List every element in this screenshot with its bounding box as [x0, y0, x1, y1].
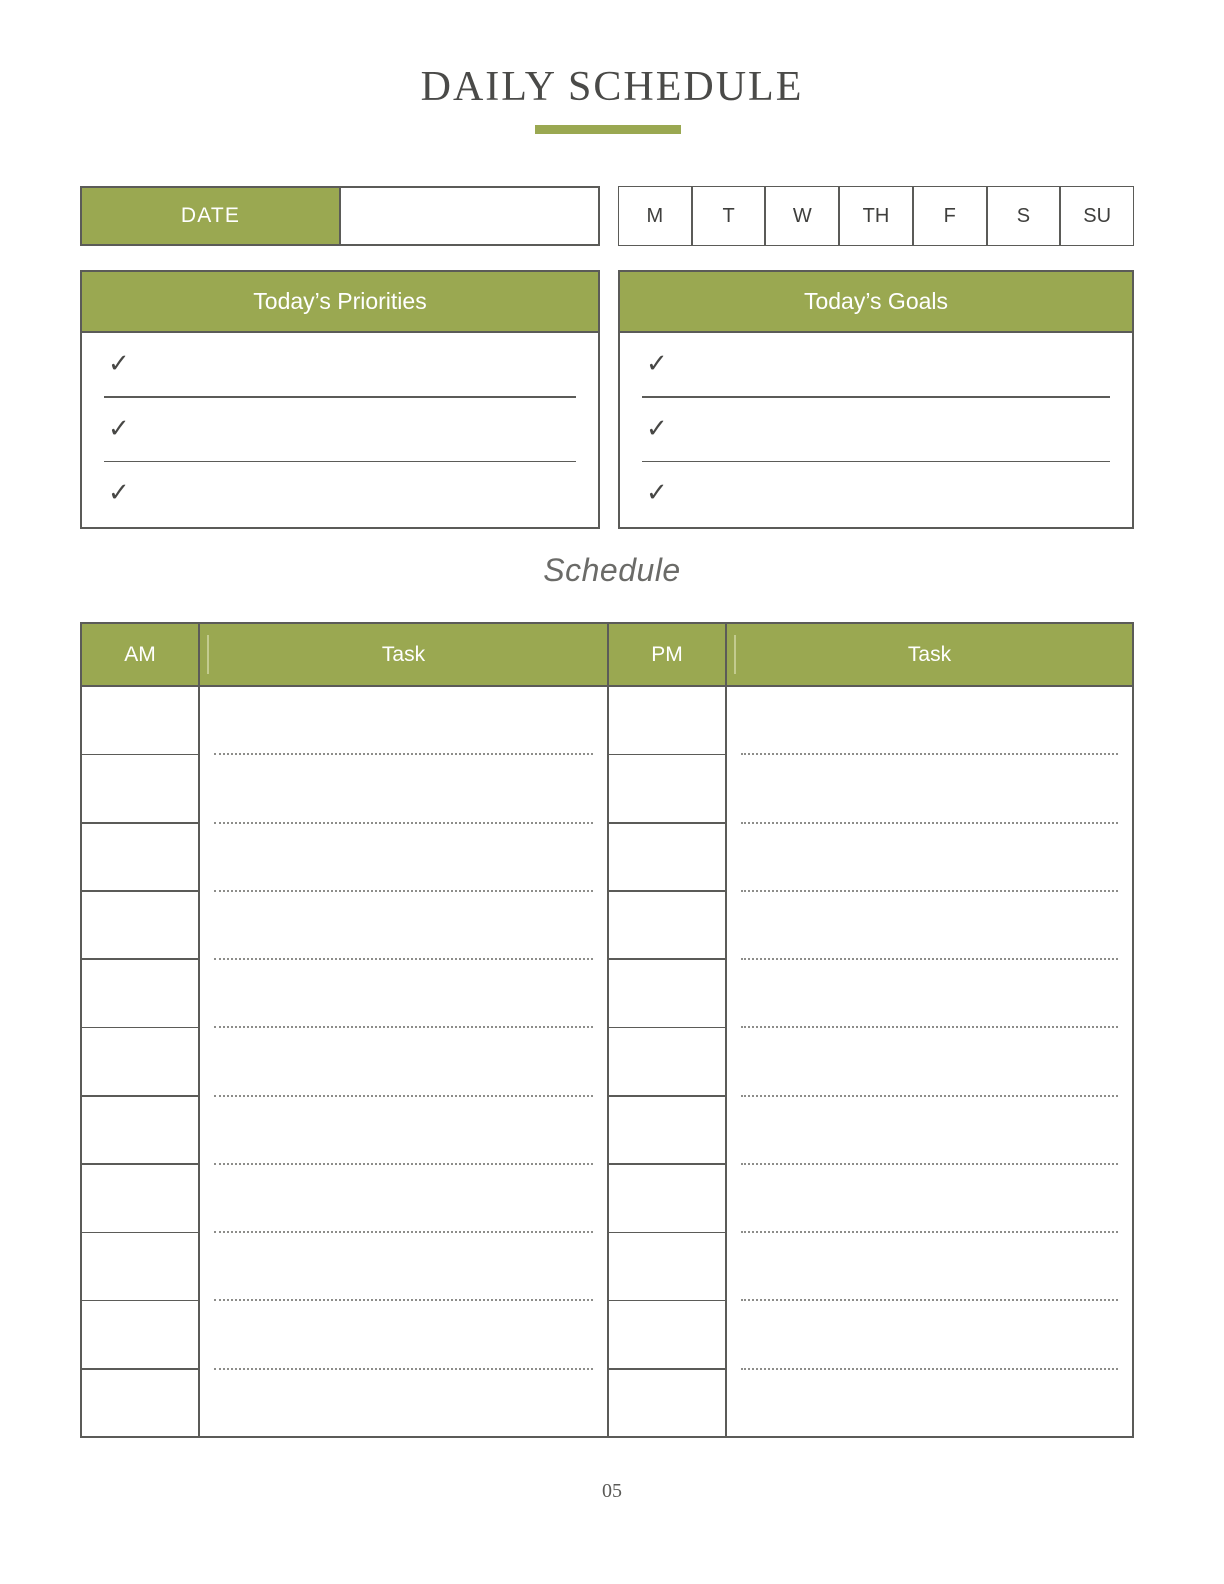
- pm-hour-cells: [609, 687, 725, 1438]
- am-task-cell[interactable]: [200, 960, 607, 1029]
- priorities-list: ✓ ✓ ✓: [82, 333, 598, 527]
- pm-task-cells: [727, 687, 1132, 1438]
- am-task-cell[interactable]: [200, 1233, 607, 1302]
- pm-task-cell[interactable]: [727, 960, 1132, 1029]
- am-hour-cell[interactable]: [82, 1370, 198, 1438]
- pm-task-cell[interactable]: [727, 1301, 1132, 1370]
- am-task-cell[interactable]: [200, 1028, 607, 1097]
- pm-task-cell[interactable]: [727, 1097, 1132, 1166]
- pm-hour-cell[interactable]: [609, 687, 725, 756]
- pm-hour-cell[interactable]: [609, 892, 725, 961]
- am-task-cell[interactable]: [200, 687, 607, 756]
- pm-hour-cell[interactable]: [609, 1097, 725, 1166]
- checkmark-icon: ✓: [108, 349, 130, 379]
- pm-task-cell[interactable]: [727, 892, 1132, 961]
- pm-hour-cell[interactable]: [609, 1301, 725, 1370]
- column-header-am: AM: [82, 624, 198, 687]
- checkmark-icon: ✓: [646, 413, 668, 444]
- am-hour-cell[interactable]: [82, 960, 198, 1029]
- goals-panel: Today’s Goals ✓ ✓ ✓: [618, 270, 1134, 529]
- page-title: DAILY SCHEDULE: [420, 64, 804, 110]
- day-cell-sunday[interactable]: SU: [1060, 186, 1135, 246]
- goals-list-item[interactable]: ✓: [620, 333, 1132, 398]
- date-label: DATE: [82, 188, 341, 244]
- schedule-table: AM Task PM Task: [80, 622, 1134, 1438]
- day-cell-saturday[interactable]: S: [986, 186, 1061, 246]
- checkmark-icon: ✓: [646, 478, 668, 509]
- date-row: DATE: [80, 186, 600, 246]
- am-hour-cell[interactable]: [82, 892, 198, 961]
- schedule-column-pm-task: Task: [727, 624, 1132, 1436]
- title-underline-rule: [535, 125, 681, 134]
- column-header-pm: PM: [609, 624, 725, 687]
- schedule-column-am-hour: AM: [82, 624, 200, 1436]
- column-header-am-task: Task: [200, 624, 607, 687]
- priorities-title: Today’s Priorities: [82, 272, 598, 333]
- am-hour-cell[interactable]: [82, 1165, 198, 1234]
- pm-hour-cell[interactable]: [609, 1233, 725, 1302]
- priorities-list-item[interactable]: ✓: [82, 462, 598, 527]
- day-cell-wednesday[interactable]: W: [765, 186, 840, 246]
- am-hour-cell[interactable]: [82, 824, 198, 893]
- am-hour-cell[interactable]: [82, 755, 198, 824]
- am-task-cell[interactable]: [200, 892, 607, 961]
- date-input[interactable]: [341, 188, 598, 244]
- day-cell-monday[interactable]: M: [618, 186, 692, 246]
- am-hour-cell[interactable]: [82, 1028, 198, 1097]
- pm-hour-cell[interactable]: [609, 1165, 725, 1234]
- goals-list: ✓ ✓ ✓: [620, 333, 1132, 527]
- goals-list-item[interactable]: ✓: [620, 398, 1132, 463]
- am-task-cell[interactable]: [200, 1301, 607, 1370]
- am-hour-cell[interactable]: [82, 1097, 198, 1166]
- pm-task-cell[interactable]: [727, 1028, 1132, 1097]
- day-cell-friday[interactable]: F: [912, 186, 987, 246]
- pm-hour-cell[interactable]: [609, 1028, 725, 1097]
- pm-task-cell[interactable]: [727, 1165, 1132, 1234]
- am-hour-cell[interactable]: [82, 1301, 198, 1370]
- pm-task-cell[interactable]: [727, 1233, 1132, 1302]
- day-cell-tuesday[interactable]: T: [691, 186, 766, 246]
- day-of-week-selector: M T W TH F S SU: [618, 186, 1135, 246]
- am-task-cell[interactable]: [200, 1097, 607, 1166]
- schedule-column-am-task: Task: [200, 624, 609, 1436]
- am-task-cells: [200, 687, 607, 1438]
- pm-task-cell[interactable]: [727, 824, 1132, 893]
- column-header-pm-task: Task: [727, 624, 1132, 687]
- pm-hour-cell[interactable]: [609, 824, 725, 893]
- priorities-panel: Today’s Priorities ✓ ✓ ✓: [80, 270, 600, 529]
- am-task-cell[interactable]: [200, 755, 607, 824]
- am-task-cell[interactable]: [200, 824, 607, 893]
- checkmark-icon: ✓: [108, 413, 130, 444]
- schedule-column-pm-hour: PM: [609, 624, 727, 1436]
- priorities-list-item[interactable]: ✓: [82, 333, 598, 398]
- schedule-section-heading: Schedule: [543, 552, 681, 588]
- priorities-list-item[interactable]: ✓: [82, 398, 598, 463]
- checkmark-icon: ✓: [108, 478, 130, 509]
- am-hour-cell[interactable]: [82, 1233, 198, 1302]
- am-task-cell[interactable]: [200, 1370, 607, 1438]
- pm-task-cell[interactable]: [727, 755, 1132, 824]
- am-hour-cell[interactable]: [82, 687, 198, 756]
- pm-hour-cell[interactable]: [609, 960, 725, 1029]
- goals-title: Today’s Goals: [620, 272, 1132, 333]
- am-hour-cells: [82, 687, 198, 1438]
- day-cell-thursday[interactable]: TH: [839, 186, 913, 246]
- pm-task-cell[interactable]: [727, 1370, 1132, 1438]
- pm-hour-cell[interactable]: [609, 755, 725, 824]
- am-task-cell[interactable]: [200, 1165, 607, 1234]
- checkmark-icon: ✓: [646, 349, 668, 379]
- goals-list-item[interactable]: ✓: [620, 462, 1132, 527]
- pm-hour-cell[interactable]: [609, 1370, 725, 1438]
- page-number: 05: [602, 1480, 622, 1502]
- pm-task-cell[interactable]: [727, 687, 1132, 756]
